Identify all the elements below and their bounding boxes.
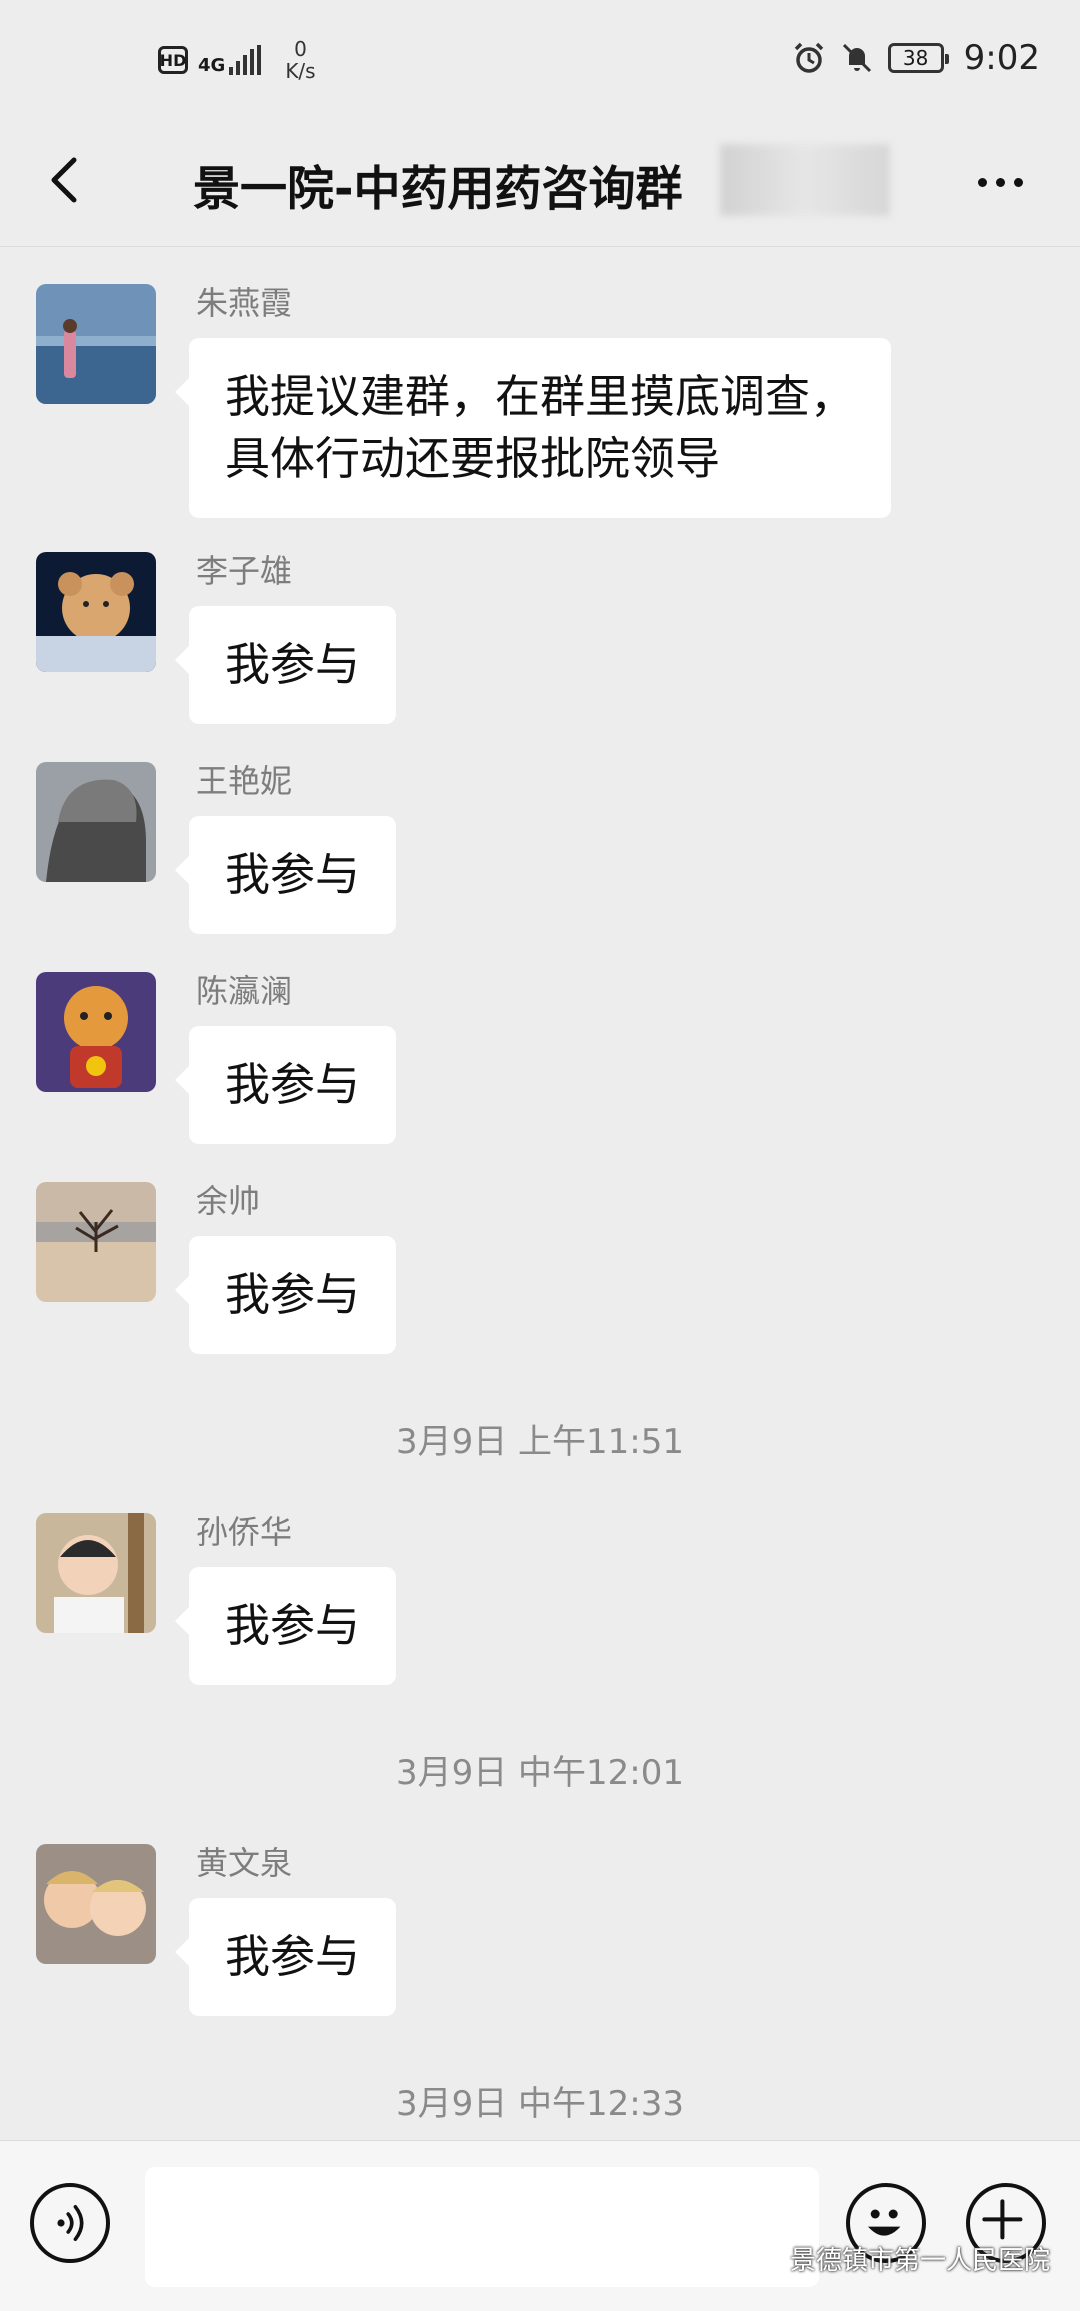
avatar[interactable] [36, 972, 156, 1092]
speed-unit: K/s [285, 59, 316, 83]
message-text: 我参与 [225, 638, 361, 691]
redacted-region [720, 144, 890, 216]
message-bubble[interactable]: 我参与 [174, 606, 397, 724]
voice-icon[interactable] [30, 2183, 110, 2263]
avatar[interactable] [36, 1844, 156, 1964]
timestamp: 3月9日 中午12:33 [395, 2084, 685, 2124]
sender-name: 陈瀛澜 [196, 972, 293, 1010]
message-text: 我参与 [225, 1058, 361, 1111]
network-type: 4G [198, 55, 226, 76]
sender-name: 黄文泉 [196, 1844, 293, 1882]
message-text: 我参与 [225, 1599, 361, 1652]
sender-name: 朱燕霞 [196, 284, 293, 322]
avatar[interactable] [36, 762, 156, 882]
sender-name: 孙侨华 [196, 1513, 293, 1551]
chevron-left-icon[interactable] [38, 148, 98, 212]
watermark-text: 景德镇市第一人民医院 [789, 2246, 1050, 2276]
chat-header: 景一院-中药用药咨询群 [0, 120, 1080, 247]
message-text: 我参与 [225, 1930, 361, 1983]
message-text: 我参与 [225, 1268, 361, 1321]
message-bubble[interactable]: 我提议建群，在群里摸底调查， 具体行动还要报批院领导 [174, 338, 892, 518]
message-bubble[interactable]: 我参与 [174, 816, 397, 934]
message-text: 我参与 [225, 848, 361, 901]
avatar[interactable] [36, 1182, 156, 1302]
network-indicator: 4G [198, 45, 262, 76]
sender-name: 王艳妮 [196, 762, 293, 800]
avatar[interactable] [36, 552, 156, 672]
wechat-logo-icon [748, 2246, 782, 2271]
battery-indicator: 38 [887, 43, 949, 73]
network-speed: 0 K/s [285, 38, 315, 82]
message-bubble[interactable]: 我参与 [174, 1567, 397, 1685]
speed-value: 0 [294, 37, 307, 61]
message-input[interactable] [145, 2167, 819, 2287]
signal-icon [229, 45, 262, 75]
more-dots-icon[interactable] [964, 152, 1036, 212]
sender-name: 李子雄 [196, 552, 293, 590]
status-right: 38 9:02 [792, 38, 1040, 78]
avatar[interactable] [36, 1513, 156, 1633]
message-bubble[interactable]: 我参与 [174, 1898, 397, 2016]
page-title: 景一院-中药用药咨询群 [193, 162, 683, 217]
message-text-line: 我提议建群，在群里摸底调查， [225, 370, 856, 423]
timestamp: 3月9日 中午12:01 [395, 1753, 685, 1793]
alarm-icon [794, 42, 823, 73]
message-bubble[interactable]: 我参与 [174, 1236, 397, 1354]
status-left: HD 4G 0 K/s [158, 38, 316, 82]
watermark: 景德镇市第一人民医院 [748, 2240, 1050, 2277]
timestamp: 3月9日 上午11:51 [395, 1422, 685, 1462]
hd-badge: HD [158, 46, 188, 74]
sender-name: 余帅 [196, 1182, 261, 1220]
clock: 9:02 [963, 38, 1040, 78]
message-text-line: 具体行动还要报批院领导 [225, 432, 721, 485]
message-bubble[interactable]: 我参与 [174, 1026, 397, 1144]
bell-off-icon [842, 43, 871, 73]
avatar[interactable] [36, 284, 156, 404]
status-bar: HD 4G 0 K/s 38 9:02 [0, 0, 1080, 120]
input-bar [0, 2140, 1080, 2311]
